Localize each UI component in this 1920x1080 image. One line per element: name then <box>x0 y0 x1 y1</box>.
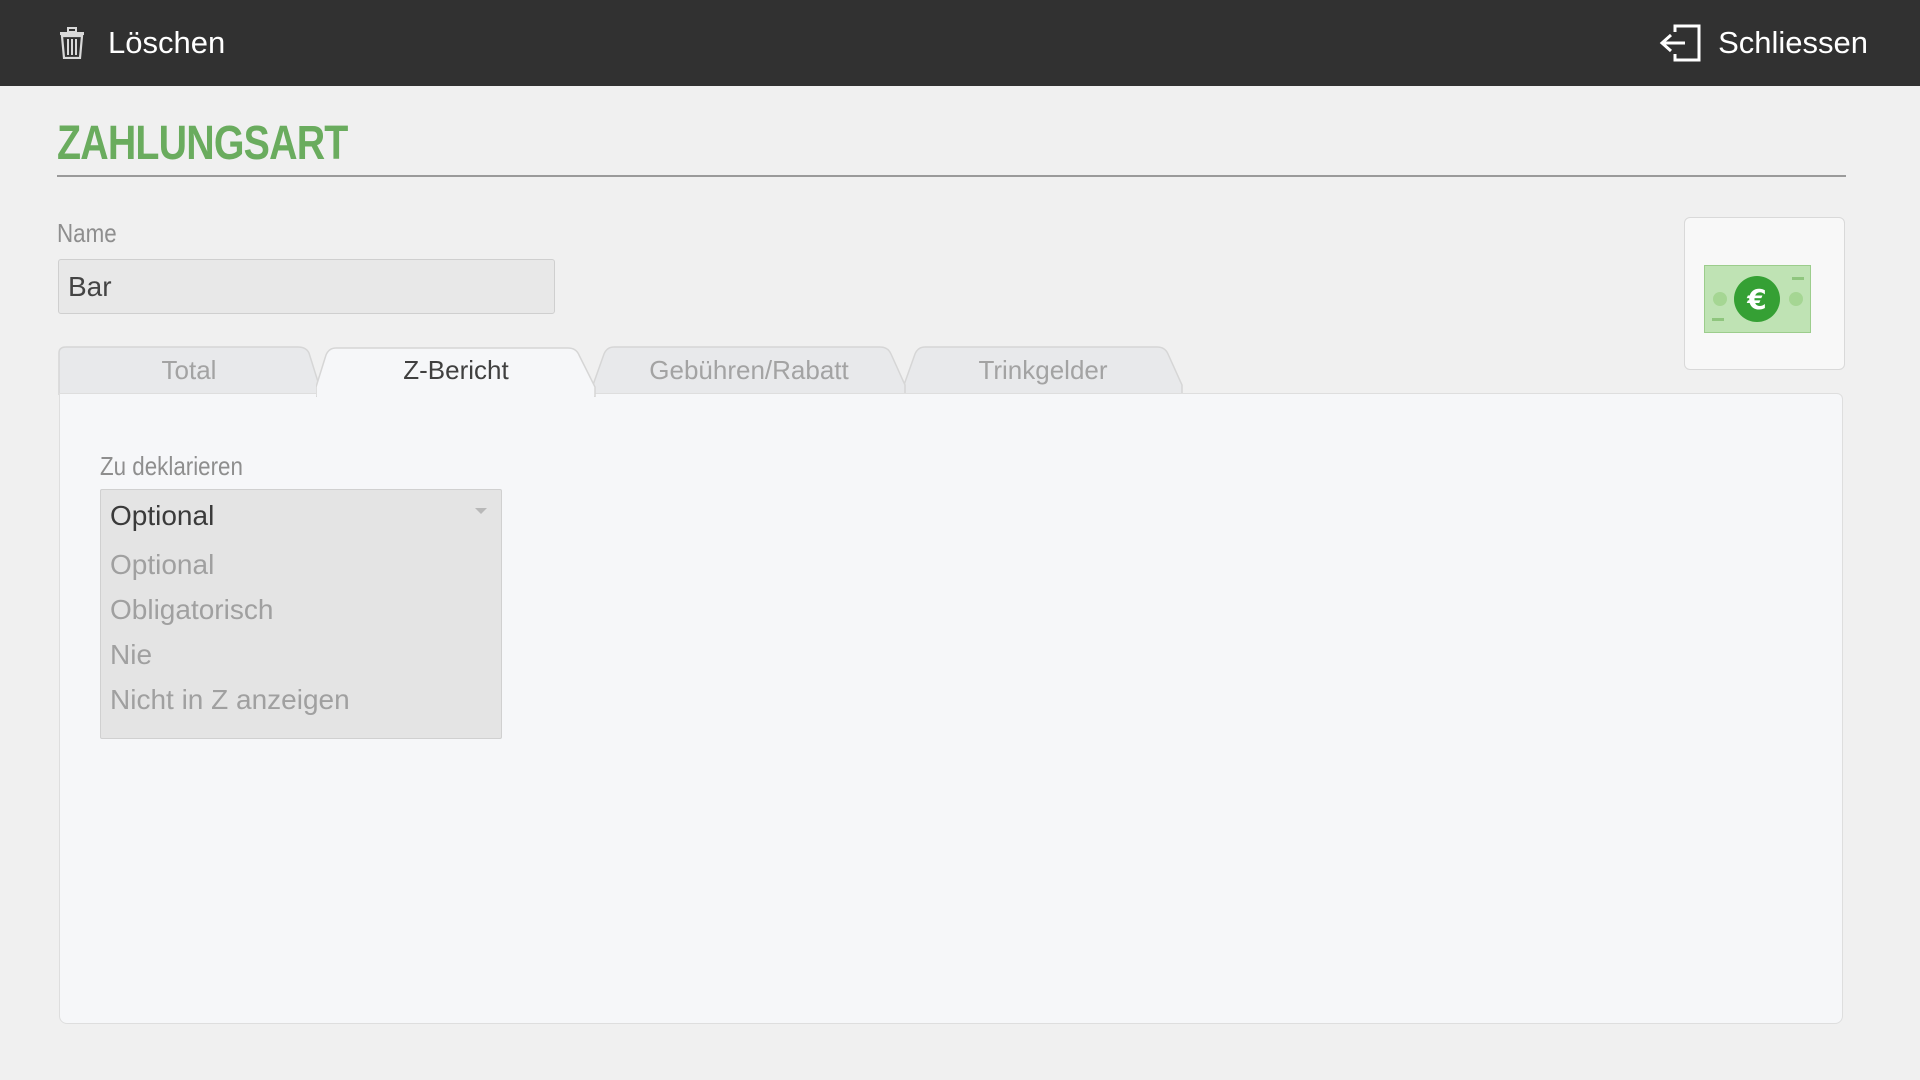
close-label: Schliessen <box>1718 25 1868 60</box>
tab-trinkgelder[interactable]: Trinkgelder <box>903 345 1183 395</box>
title-divider <box>57 175 1846 177</box>
tab-z-bericht-label: Z-Bericht <box>403 354 509 385</box>
page-title: Zahlungsart <box>57 117 348 170</box>
declare-option-obligatorisch[interactable]: Obligatorisch <box>110 594 273 626</box>
top-toolbar: Löschen Schliessen <box>0 0 1920 86</box>
tab-total[interactable]: Total <box>58 345 320 395</box>
delete-label: Löschen <box>108 25 226 60</box>
tab-bar: Total Z-Bericht Gebühren/Rabatt Trinkgel… <box>58 345 1188 397</box>
chevron-down-icon[interactable] <box>475 508 487 514</box>
trash-icon <box>56 25 88 61</box>
declare-select[interactable]: Optional Optional Obligatorisch Nie Nich… <box>100 489 502 739</box>
declare-option-nie[interactable]: Nie <box>110 639 152 671</box>
payment-image-button[interactable]: € <box>1684 217 1845 370</box>
exit-icon <box>1658 23 1702 63</box>
euro-banknote-icon: € <box>1704 265 1811 333</box>
tab-total-label: Total <box>161 354 217 385</box>
delete-button[interactable]: Löschen <box>56 0 225 86</box>
declare-option-nicht-in-z-anzeigen[interactable]: Nicht in Z anzeigen <box>110 684 350 716</box>
declare-select-value: Optional <box>110 500 215 531</box>
tab-z-bericht[interactable]: Z-Bericht <box>316 345 596 397</box>
declare-option-optional[interactable]: Optional <box>110 549 214 581</box>
tab-gebuehren-rabatt[interactable]: Gebühren/Rabatt <box>592 345 906 395</box>
declare-label: Zu deklarieren <box>100 451 243 481</box>
close-button[interactable]: Schliessen <box>1658 0 1868 86</box>
tab-gebuehren-rabatt-label: Gebühren/Rabatt <box>649 354 849 385</box>
name-input[interactable] <box>58 259 555 314</box>
tab-trinkgelder-label: Trinkgelder <box>978 354 1108 385</box>
svg-text:€: € <box>1746 283 1766 316</box>
name-label: Name <box>57 218 117 248</box>
